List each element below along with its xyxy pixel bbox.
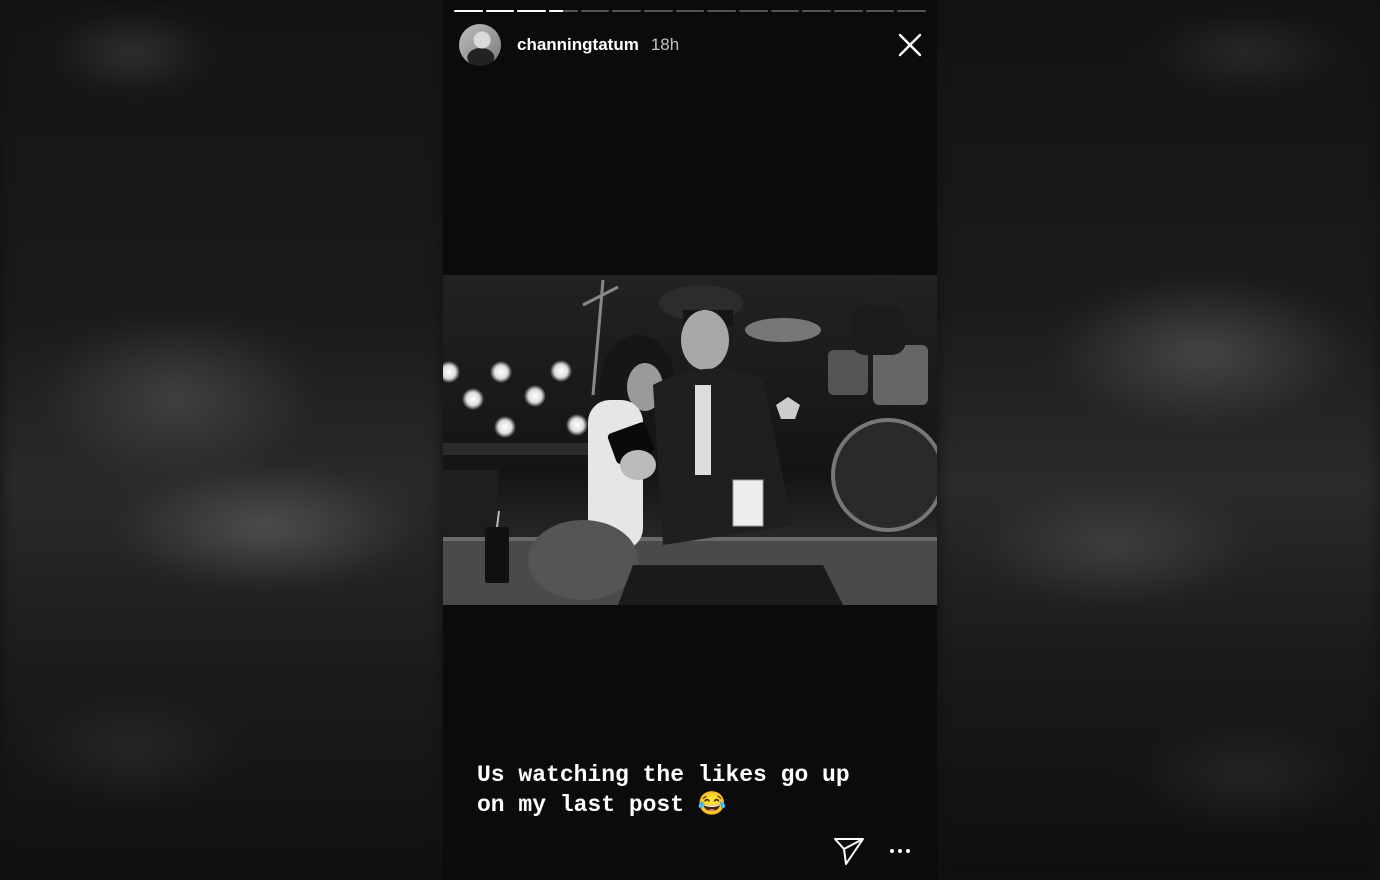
avatar[interactable] bbox=[459, 24, 501, 66]
progress-segment bbox=[865, 10, 895, 12]
progress-segment bbox=[485, 10, 515, 12]
progress-segment bbox=[897, 10, 927, 12]
progress-segment-fill bbox=[454, 10, 483, 12]
blurred-background-right bbox=[937, 0, 1380, 880]
story-viewer: channingtatum 18h Us watching the likes … bbox=[0, 0, 1380, 880]
progress-segment bbox=[549, 10, 578, 12]
story-timestamp: 18h bbox=[650, 35, 680, 54]
progress-segment bbox=[739, 10, 768, 12]
progress-segment bbox=[580, 10, 610, 12]
progress-segment bbox=[707, 10, 737, 12]
progress-segment bbox=[517, 10, 547, 12]
progress-segment bbox=[644, 10, 673, 12]
username[interactable]: channingtatum bbox=[517, 35, 639, 55]
more-options-icon[interactable] bbox=[889, 847, 911, 855]
story-photo bbox=[443, 275, 937, 605]
story-actions bbox=[833, 836, 911, 866]
progress-segment bbox=[675, 10, 705, 12]
close-icon[interactable] bbox=[897, 32, 923, 58]
progress-segment bbox=[834, 10, 863, 12]
progress-segment bbox=[454, 10, 483, 12]
progress-segment bbox=[770, 10, 800, 12]
progress-segment-fill bbox=[549, 10, 564, 12]
blurred-background-left bbox=[0, 0, 443, 880]
paper-plane-icon[interactable] bbox=[833, 836, 865, 866]
progress-segment-fill bbox=[517, 10, 547, 12]
story-header: channingtatum 18h bbox=[459, 24, 923, 66]
story-caption: Us watching the likes go up on my last p… bbox=[477, 762, 850, 818]
progress-segment-fill bbox=[485, 10, 515, 12]
progress-segment bbox=[612, 10, 642, 12]
story-progress-bar bbox=[454, 10, 927, 12]
progress-segment bbox=[802, 10, 832, 12]
story-frame[interactable]: channingtatum 18h Us watching the likes … bbox=[443, 0, 937, 880]
